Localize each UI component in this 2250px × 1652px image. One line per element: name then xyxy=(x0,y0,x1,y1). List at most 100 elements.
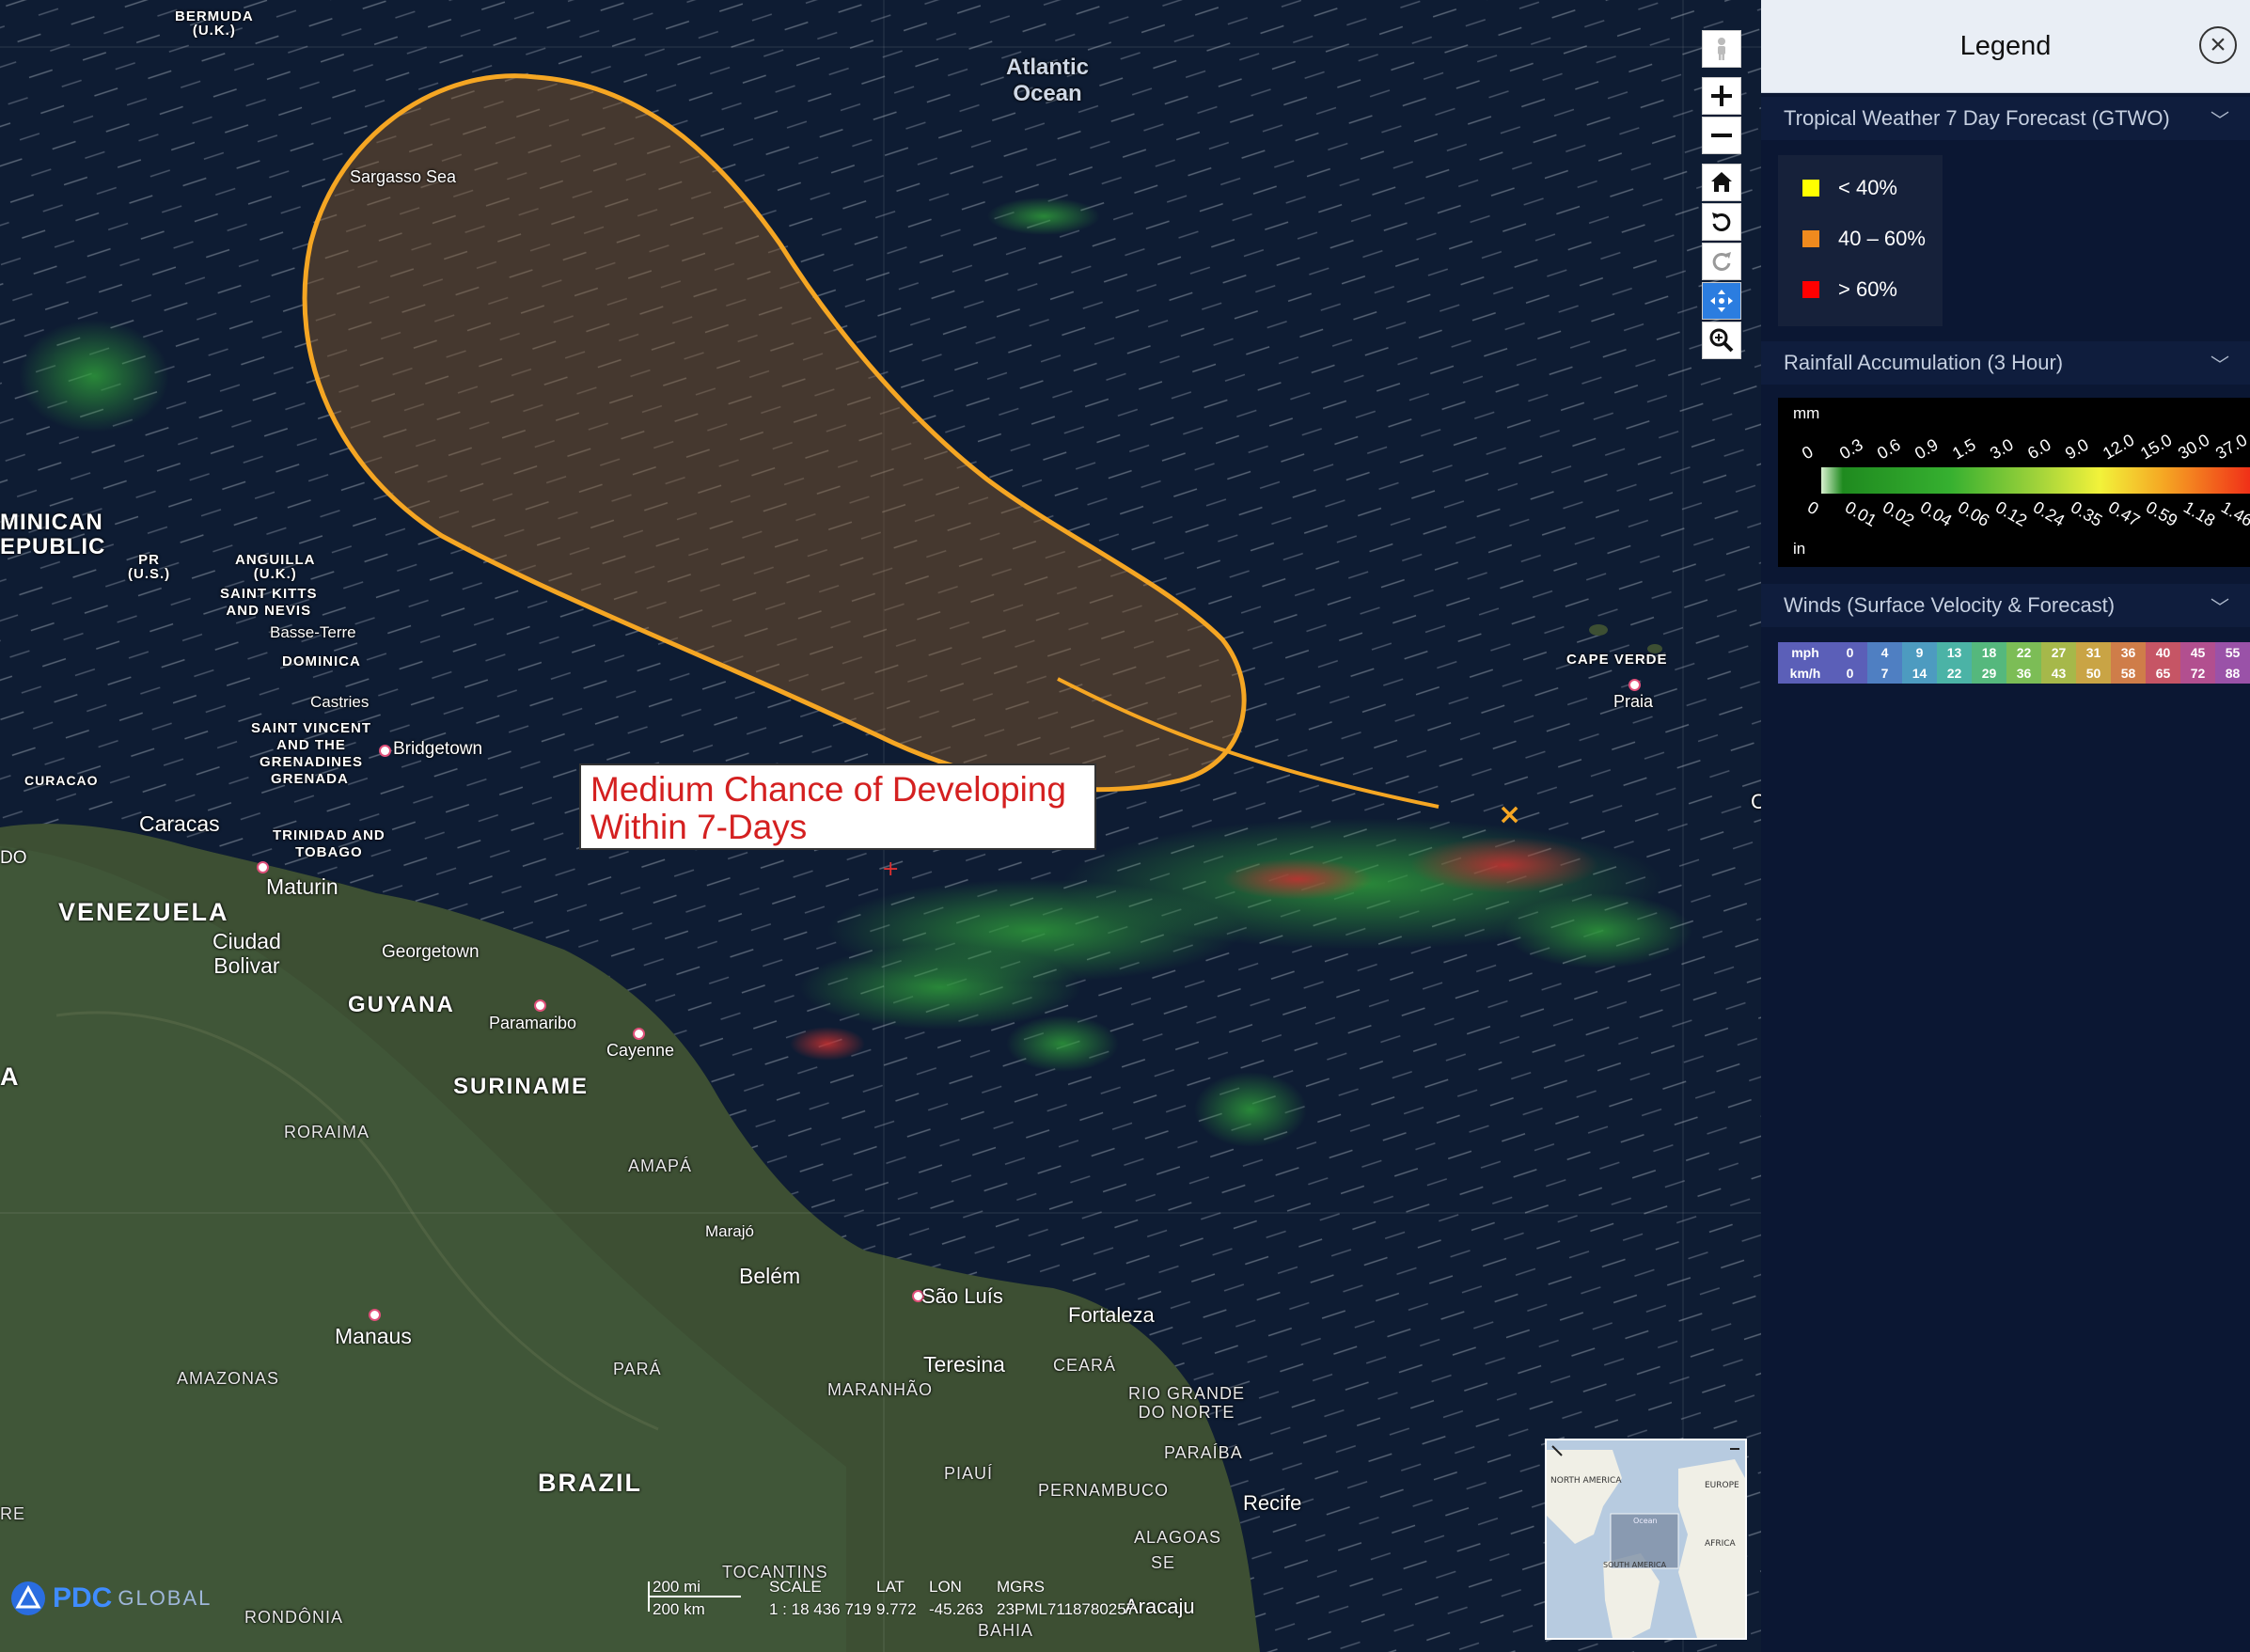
forecast-callout: Medium Chance of Developing Within 7-Day… xyxy=(579,763,1096,850)
winds-kmh-cell: 14 xyxy=(1902,663,1937,684)
winds-mph-cell: 0 xyxy=(1833,642,1867,663)
rain-in-tick: 0.06 xyxy=(1955,497,1992,530)
winds-kmh-cell: 72 xyxy=(2180,663,2215,684)
section-winds-header[interactable]: Winds (Surface Velocity & Forecast) ﹀ xyxy=(1761,584,2250,627)
label-piaui: PIAUÍ xyxy=(944,1464,994,1483)
rain-mm-tick: 30.0 xyxy=(2175,431,2212,464)
gtwo-legend: < 40% 40 – 60% > 60% xyxy=(1778,155,1943,326)
winds-mph-label: mph xyxy=(1778,642,1833,663)
label-rio-grande-do-norte: RIO GRANDE DO NORTE xyxy=(1128,1384,1246,1422)
winds-mph-cell: 4 xyxy=(1867,642,1902,663)
label-c-edge: C xyxy=(1751,790,1761,813)
rainfall-gradient-bar xyxy=(1821,467,2250,494)
pdc-logo: PDC GLOBAL xyxy=(9,1580,212,1617)
label-paramaribo: Paramaribo xyxy=(489,1014,577,1032)
swatch-medium xyxy=(1802,230,1819,247)
label-cayenne: Cayenne xyxy=(606,1041,675,1060)
chevron-down-icon: ﹀ xyxy=(2211,110,2229,132)
label-praia: Praia xyxy=(1613,692,1654,711)
mgrs-value: 23PML7118780257 xyxy=(997,1600,1136,1618)
zoom-region-button[interactable] xyxy=(1702,322,1741,359)
minimap-graphic: NORTH AMERICA EUROPE AFRICA SOUTH AMERIC… xyxy=(1547,1440,1745,1638)
rain-in-label: in xyxy=(1793,540,1805,558)
logo-global-text: GLOBAL xyxy=(118,1586,212,1610)
rotate-left-button[interactable] xyxy=(1702,203,1741,241)
label-sargasso-sea: Sargasso Sea xyxy=(350,167,457,186)
rain-in-tick: 0.47 xyxy=(2105,497,2143,530)
label-se: SE xyxy=(1151,1553,1176,1572)
rain-in-tick: 0.12 xyxy=(1992,497,2030,530)
scale-km: 200 km xyxy=(653,1600,705,1618)
disturbance-marker: × xyxy=(1498,798,1521,831)
rain-mm-tick: 0.3 xyxy=(1836,435,1866,464)
zoom-out-button[interactable] xyxy=(1702,117,1741,154)
rain-mm-tick: 0 xyxy=(1799,442,1817,463)
winds-mph-cell: 27 xyxy=(2041,642,2076,663)
pdc-logo-icon xyxy=(11,1581,45,1615)
gtwo-row-medium: 40 – 60% xyxy=(1778,213,1943,264)
label-do-edge: DO xyxy=(0,848,27,868)
section-rainfall-header[interactable]: Rainfall Accumulation (3 Hour) ﹀ xyxy=(1761,341,2250,385)
label-caracas: Caracas xyxy=(139,811,220,836)
label-maturin: Maturin xyxy=(266,874,338,899)
winds-mph-cell: 18 xyxy=(1972,642,2006,663)
rotate-right-button[interactable] xyxy=(1702,243,1741,280)
label-sao-luis: São Luís xyxy=(921,1284,1003,1308)
rain-mm-tick: 9.0 xyxy=(2062,435,2092,464)
winds-mph-cell: 45 xyxy=(2180,642,2215,663)
label-saint-kitts: SAINT KITTS AND NEVIS xyxy=(220,586,318,619)
label-teresina: Teresina xyxy=(923,1352,1005,1377)
section-gtwo-header[interactable]: Tropical Weather 7 Day Forecast (GTWO) ﹀ xyxy=(1761,97,2250,140)
label-basse-terre: Basse-Terre xyxy=(270,623,356,641)
home-button[interactable] xyxy=(1702,164,1741,201)
label-pr: PR (U.S.) xyxy=(128,552,171,582)
rain-in-tick: 0.04 xyxy=(1917,497,1955,530)
map-view[interactable]: × + BERMUDA (U.K.) Atlantic Ocean Sargas… xyxy=(0,0,1761,1652)
rain-mm-tick: 1.5 xyxy=(1949,435,1979,464)
label-ciudad-bolivar: Ciudad Bolivar xyxy=(212,929,281,978)
zoom-in-button[interactable] xyxy=(1702,77,1741,115)
winds-mph-cell: 22 xyxy=(2006,642,2041,663)
winds-kmh-row: km/h 0 7 14 22 29 36 43 50 58 65 72 88 xyxy=(1778,663,2250,684)
close-legend-button[interactable]: × xyxy=(2199,26,2237,64)
gtwo-row-high: > 60% xyxy=(1778,264,1943,315)
winds-mph-cell: 13 xyxy=(1937,642,1972,663)
swatch-low xyxy=(1802,180,1819,197)
label-marajo: Marajó xyxy=(705,1222,754,1240)
chevron-down-icon: ﹀ xyxy=(2211,597,2229,619)
city-dot-cayenne xyxy=(633,1028,645,1040)
label-re-edge: RE xyxy=(0,1504,26,1523)
pan-button[interactable] xyxy=(1702,282,1741,320)
rain-mm-tick: 15.0 xyxy=(2137,431,2175,464)
street-view-button[interactable] xyxy=(1702,30,1741,68)
minimap-label-sa: SOUTH AMERICA xyxy=(1603,1561,1667,1569)
zoom-out-icon xyxy=(1711,134,1732,137)
section-gtwo-title: Tropical Weather 7 Day Forecast (GTWO) xyxy=(1784,106,2170,130)
winds-kmh-cell: 50 xyxy=(2076,663,2111,684)
overview-minimap[interactable]: NORTH AMERICA EUROPE AFRICA SOUTH AMERIC… xyxy=(1545,1439,1747,1640)
label-manaus: Manaus xyxy=(335,1324,412,1348)
legend-header: Legend × xyxy=(1761,0,2250,93)
label-ceara: CEARÁ xyxy=(1053,1356,1117,1375)
label-anguilla: ANGUILLA (U.K.) xyxy=(235,552,316,582)
legend-panel: Legend × Tropical Weather 7 Day Forecast… xyxy=(1761,0,2250,1652)
rainfall-scale: mm 0 0.3 0.6 0.9 1.5 3.0 6.0 9.0 12.0 15.0 30.0 37.… xyxy=(1793,404,2250,558)
lat-label: LAT xyxy=(876,1578,905,1596)
rain-in-tick: 0.02 xyxy=(1880,497,1917,530)
minimap-label-africa: AFRICA xyxy=(1705,1539,1737,1549)
winds-mph-cell: 31 xyxy=(2076,642,2111,663)
winds-mph-cell: 9 xyxy=(1902,642,1937,663)
label-bridgetown: Bridgetown xyxy=(393,739,483,759)
rain-mm-tick: 37.0 xyxy=(2212,431,2250,464)
rain-in-tick: 0.35 xyxy=(2068,497,2105,530)
gtwo-row-low: < 40% xyxy=(1778,163,1943,213)
label-bahia: BAHIA xyxy=(978,1621,1034,1640)
label-brazil: BRAZIL xyxy=(538,1469,642,1497)
person-icon xyxy=(1718,38,1725,60)
winds-kmh-cell: 22 xyxy=(1937,663,1972,684)
city-dot-paramaribo xyxy=(534,999,546,1012)
label-dominica: DOMINICA xyxy=(282,653,361,669)
close-icon: × xyxy=(2210,29,2226,60)
label-bermuda: BERMUDA (U.K.) xyxy=(175,8,254,39)
label-pernambuco: PERNAMBUCO xyxy=(1038,1481,1170,1500)
